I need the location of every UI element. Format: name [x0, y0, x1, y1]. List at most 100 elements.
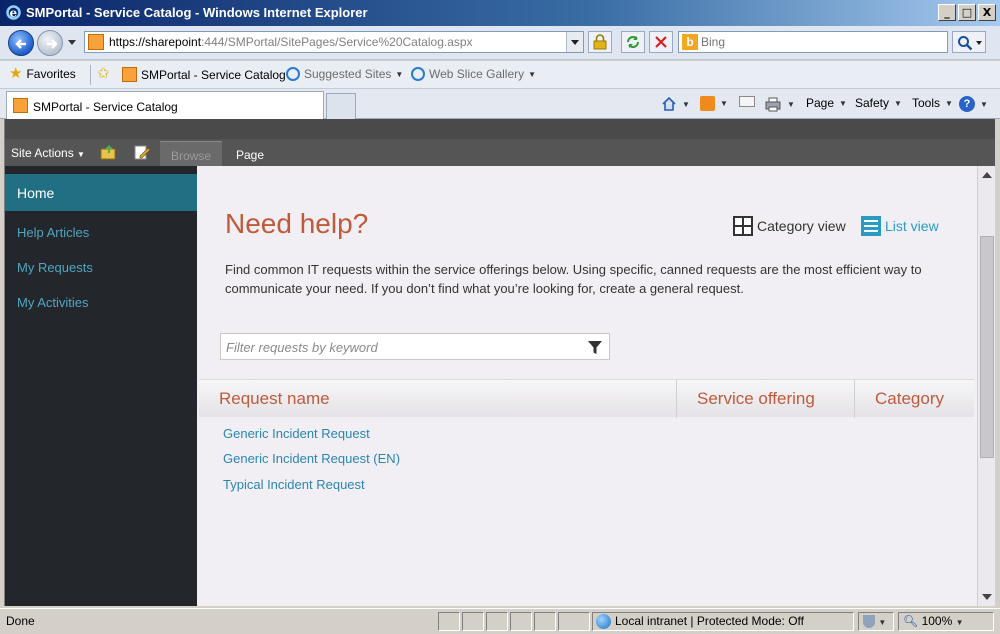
- nav-item-home[interactable]: Home: [5, 174, 197, 211]
- favorites-star-icon: ★: [9, 65, 23, 82]
- url-text[interactable]: https://sharepoint:444/SMPortal/SitePage…: [109, 35, 473, 49]
- tab-and-command-bar: SMPortal - Service Catalog ▼ ▼ ▼ Page ▼ …: [0, 89, 1000, 119]
- security-zone-indicator[interactable]: Local intranet | Protected Mode: Off: [592, 612, 854, 631]
- back-button[interactable]: [8, 30, 34, 56]
- home-icon: [662, 96, 676, 111]
- chevron-down-icon: ▼: [720, 99, 728, 108]
- request-link[interactable]: Generic Incident Request: [223, 426, 370, 441]
- favorite-link-web-slice-gallery[interactable]: Web Slice Gallery ▼: [411, 67, 536, 81]
- status-text: Done: [6, 614, 35, 628]
- help-menu[interactable]: ? ▼: [959, 96, 988, 112]
- home-button[interactable]: ▼: [661, 96, 690, 112]
- search-box[interactable]: b: [678, 31, 948, 53]
- favorites-separator: [90, 65, 91, 85]
- scroll-down-arrow-icon[interactable]: [982, 594, 992, 600]
- request-link[interactable]: Typical Incident Request: [223, 477, 365, 492]
- chevron-down-icon: ▼: [894, 98, 902, 108]
- sharepoint-favicon-icon: [122, 67, 137, 82]
- request-link[interactable]: Generic Incident Request (EN): [223, 451, 400, 466]
- site-actions-menu[interactable]: Site Actions ▼: [11, 146, 85, 160]
- bing-logo-icon: b: [682, 34, 698, 50]
- minimize-button[interactable]: _: [938, 4, 956, 21]
- edit-page-icon[interactable]: [133, 144, 151, 160]
- help-icon: ?: [959, 96, 975, 112]
- nav-item-help-articles[interactable]: Help Articles: [17, 225, 89, 240]
- column-divider: [676, 380, 677, 418]
- chevron-down-icon: ▼: [787, 99, 795, 109]
- favorite-link-suggested-sites[interactable]: Suggested Sites ▼: [286, 67, 403, 81]
- maximize-button[interactable]: □: [958, 4, 976, 21]
- status-cell: [462, 612, 484, 631]
- scroll-up-arrow-icon[interactable]: [982, 172, 992, 178]
- close-button[interactable]: X: [978, 4, 996, 21]
- grid-view-icon: [733, 216, 753, 236]
- ie-page-icon: [286, 67, 300, 81]
- intranet-globe-icon: [596, 614, 611, 630]
- status-cell: [438, 612, 460, 631]
- tools-menu[interactable]: Tools ▼: [912, 96, 953, 110]
- chevron-down-icon: ▼: [528, 69, 537, 79]
- category-view-toggle[interactable]: Category view: [733, 216, 846, 236]
- forward-button[interactable]: [37, 30, 63, 56]
- nav-item-my-requests[interactable]: My Requests: [17, 260, 93, 275]
- site-favicon-icon: [88, 34, 104, 50]
- column-divider: [854, 380, 855, 418]
- scrollbar-thumb[interactable]: [980, 236, 994, 458]
- window-frame-right: [995, 119, 1000, 606]
- vertical-scrollbar[interactable]: [977, 166, 995, 606]
- new-tab-button[interactable]: [326, 93, 356, 119]
- security-lock-icon[interactable]: [588, 31, 612, 53]
- page-menu[interactable]: Page ▼: [806, 96, 847, 110]
- zoom-magnifier-icon: 🔍︎: [903, 614, 919, 628]
- print-button[interactable]: ▼: [764, 96, 795, 112]
- ribbon-top-strip: [0, 119, 1000, 139]
- refresh-icon[interactable]: [621, 31, 645, 53]
- status-cell: [510, 612, 532, 631]
- left-navigation: Home Help Articles My Requests My Activi…: [5, 166, 197, 606]
- ribbon-tab-browse[interactable]: Browse: [160, 141, 222, 166]
- favorites-button[interactable]: ★ Favorites: [9, 65, 76, 82]
- column-header-category[interactable]: Category: [875, 389, 944, 409]
- favorite-link-service-catalog[interactable]: SMPortal - Service Catalog: [122, 67, 286, 82]
- search-input[interactable]: [701, 34, 941, 50]
- add-favorite-star-icon: ✩: [97, 65, 110, 82]
- address-bar[interactable]: https://sharepoint:444/SMPortal/SitePage…: [84, 31, 584, 53]
- address-dropdown[interactable]: [566, 32, 583, 52]
- list-view-icon: [861, 216, 881, 236]
- column-header-request-name[interactable]: Request name: [219, 389, 330, 409]
- navigate-up-icon[interactable]: [100, 144, 118, 160]
- chevron-down-icon: ▼: [395, 69, 404, 79]
- zoom-control[interactable]: 🔍︎ 100% ▼: [898, 612, 994, 631]
- rss-feed-icon: [700, 96, 715, 111]
- requests-table-header: Request name Service offering Category: [199, 379, 974, 418]
- stop-icon[interactable]: [649, 31, 673, 53]
- chevron-down-icon: ▼: [945, 98, 953, 108]
- shield-icon: [863, 615, 875, 629]
- sharepoint-favicon-icon: [13, 98, 28, 113]
- mail-icon: [739, 96, 755, 107]
- window-title: SMPortal - Service Catalog - Windows Int…: [26, 5, 368, 20]
- tab-label: SMPortal - Service Catalog: [33, 100, 178, 114]
- list-view-toggle[interactable]: List view: [861, 216, 939, 236]
- nav-item-my-activities[interactable]: My Activities: [17, 295, 89, 310]
- safety-menu[interactable]: Safety ▼: [855, 96, 902, 110]
- feeds-button[interactable]: ▼: [700, 96, 728, 111]
- filter-funnel-icon[interactable]: [587, 340, 603, 355]
- search-button[interactable]: [952, 31, 986, 53]
- protected-mode-button[interactable]: ▼: [858, 612, 894, 631]
- chevron-down-icon: ▼: [878, 618, 887, 627]
- filter-box[interactable]: [220, 333, 610, 360]
- read-mail-button[interactable]: [739, 96, 755, 107]
- add-to-favorites-bar-button[interactable]: ✩: [97, 65, 110, 82]
- column-header-service-offering[interactable]: Service offering: [697, 389, 815, 409]
- ie-logo-icon: e: [6, 5, 21, 20]
- status-cell: [486, 612, 508, 631]
- sharepoint-ribbon: Site Actions ▼ Browse Page: [0, 119, 1000, 166]
- tab-service-catalog[interactable]: SMPortal - Service Catalog: [6, 91, 324, 119]
- ribbon-tab-page[interactable]: Page: [228, 141, 272, 166]
- status-cell: [558, 612, 590, 631]
- filter-input[interactable]: [226, 339, 581, 355]
- page-description: Find common IT requests within the servi…: [225, 262, 922, 296]
- chevron-down-icon: ▼: [682, 99, 690, 109]
- recent-pages-dropdown[interactable]: [68, 40, 76, 45]
